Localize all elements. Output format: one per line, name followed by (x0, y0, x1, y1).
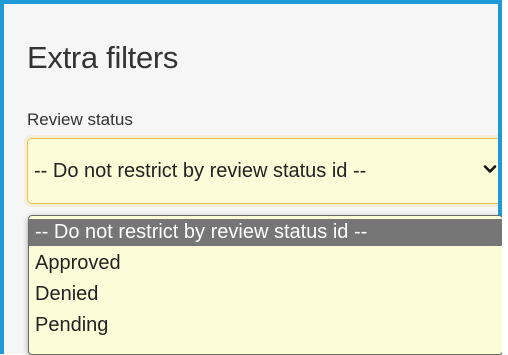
option-pending[interactable]: Pending (29, 310, 502, 340)
chevron-down-icon (482, 161, 498, 177)
panel-title: Extra filters (27, 40, 179, 75)
review-status-selected-value: -- Do not restrict by review status id -… (34, 160, 367, 182)
option-denied[interactable]: Denied (29, 279, 502, 309)
review-status-label: Review status (27, 110, 133, 129)
option-approved[interactable]: Approved (29, 248, 502, 278)
option-do-not-restrict[interactable]: -- Do not restrict by review status id -… (29, 219, 502, 246)
review-status-select[interactable]: -- Do not restrict by review status id -… (27, 138, 498, 204)
page-edge (502, 0, 508, 354)
review-status-options-list[interactable]: -- Do not restrict by review status id -… (28, 215, 503, 355)
